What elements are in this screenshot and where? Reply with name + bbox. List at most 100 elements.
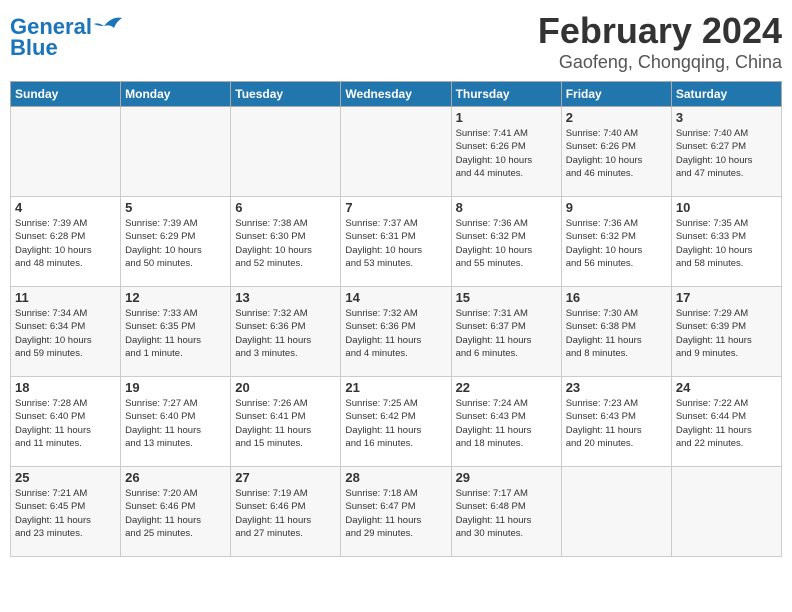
calendar-week-row: 25 Sunrise: 7:21 AM Sunset: 6:45 PM Dayli… <box>11 467 782 557</box>
day-info: Sunrise: 7:22 AM Sunset: 6:44 PM Dayligh… <box>676 397 777 450</box>
day-number: 28 <box>345 470 446 485</box>
day-info: Sunrise: 7:37 AM Sunset: 6:31 PM Dayligh… <box>345 217 446 270</box>
calendar-cell: 22 Sunrise: 7:24 AM Sunset: 6:43 PM Dayli… <box>451 377 561 467</box>
main-title: February 2024 <box>538 10 782 52</box>
calendar-cell: 14 Sunrise: 7:32 AM Sunset: 6:36 PM Dayli… <box>341 287 451 377</box>
day-info: Sunrise: 7:31 AM Sunset: 6:37 PM Dayligh… <box>456 307 557 360</box>
calendar-cell: 15Sunrise: 7:31 AM Sunset: 6:37 PM Dayli… <box>451 287 561 377</box>
day-number: 11 <box>15 290 116 305</box>
day-info: Sunrise: 7:40 AM Sunset: 6:26 PM Dayligh… <box>566 127 667 180</box>
day-info: Sunrise: 7:17 AM Sunset: 6:48 PM Dayligh… <box>456 487 557 540</box>
day-number: 22 <box>456 380 557 395</box>
day-info: Sunrise: 7:24 AM Sunset: 6:43 PM Dayligh… <box>456 397 557 450</box>
calendar-cell <box>561 467 671 557</box>
day-info: Sunrise: 7:32 AM Sunset: 6:36 PM Dayligh… <box>235 307 336 360</box>
weekday-header-saturday: Saturday <box>671 82 781 107</box>
day-number: 12 <box>125 290 226 305</box>
weekday-header-monday: Monday <box>121 82 231 107</box>
calendar-cell: 12 Sunrise: 7:33 AM Sunset: 6:35 PM Dayli… <box>121 287 231 377</box>
day-number: 4 <box>15 200 116 215</box>
weekday-header-wednesday: Wednesday <box>341 82 451 107</box>
day-info: Sunrise: 7:27 AM Sunset: 6:40 PM Dayligh… <box>125 397 226 450</box>
day-info: Sunrise: 7:39 AM Sunset: 6:28 PM Dayligh… <box>15 217 116 270</box>
day-number: 24 <box>676 380 777 395</box>
day-info: Sunrise: 7:26 AM Sunset: 6:41 PM Dayligh… <box>235 397 336 450</box>
logo-bird-icon <box>94 14 124 36</box>
day-number: 18 <box>15 380 116 395</box>
calendar-body: 1 Sunrise: 7:41 AM Sunset: 6:26 PM Daylig… <box>11 107 782 557</box>
day-info: Sunrise: 7:39 AM Sunset: 6:29 PM Dayligh… <box>125 217 226 270</box>
calendar-cell <box>11 107 121 197</box>
header: General Blue February 2024 Gaofeng, Chon… <box>10 10 782 73</box>
calendar-cell: 29 Sunrise: 7:17 AM Sunset: 6:48 PM Dayli… <box>451 467 561 557</box>
calendar-cell: 13 Sunrise: 7:32 AM Sunset: 6:36 PM Dayli… <box>231 287 341 377</box>
day-info: Sunrise: 7:38 AM Sunset: 6:30 PM Dayligh… <box>235 217 336 270</box>
day-number: 13 <box>235 290 336 305</box>
day-info: Sunrise: 7:20 AM Sunset: 6:46 PM Dayligh… <box>125 487 226 540</box>
day-number: 26 <box>125 470 226 485</box>
calendar-cell: 9 Sunrise: 7:36 AM Sunset: 6:32 PM Daylig… <box>561 197 671 287</box>
calendar-week-row: 18Sunrise: 7:28 AM Sunset: 6:40 PM Dayli… <box>11 377 782 467</box>
calendar-cell <box>121 107 231 197</box>
weekday-header-sunday: Sunday <box>11 82 121 107</box>
calendar-cell: 20 Sunrise: 7:26 AM Sunset: 6:41 PM Dayli… <box>231 377 341 467</box>
day-number: 14 <box>345 290 446 305</box>
calendar-cell: 1 Sunrise: 7:41 AM Sunset: 6:26 PM Daylig… <box>451 107 561 197</box>
day-number: 2 <box>566 110 667 125</box>
day-info: Sunrise: 7:33 AM Sunset: 6:35 PM Dayligh… <box>125 307 226 360</box>
day-info: Sunrise: 7:36 AM Sunset: 6:32 PM Dayligh… <box>456 217 557 270</box>
day-number: 21 <box>345 380 446 395</box>
day-info: Sunrise: 7:32 AM Sunset: 6:36 PM Dayligh… <box>345 307 446 360</box>
calendar-cell: 16 Sunrise: 7:30 AM Sunset: 6:38 PM Dayli… <box>561 287 671 377</box>
calendar-cell: 3 Sunrise: 7:40 AM Sunset: 6:27 PM Daylig… <box>671 107 781 197</box>
day-info: Sunrise: 7:19 AM Sunset: 6:46 PM Dayligh… <box>235 487 336 540</box>
calendar-cell <box>671 467 781 557</box>
title-section: February 2024 Gaofeng, Chongqing, China <box>538 10 782 73</box>
day-number: 25 <box>15 470 116 485</box>
day-number: 3 <box>676 110 777 125</box>
weekday-header-thursday: Thursday <box>451 82 561 107</box>
calendar-cell: 25 Sunrise: 7:21 AM Sunset: 6:45 PM Dayli… <box>11 467 121 557</box>
calendar-cell <box>341 107 451 197</box>
calendar-cell: 11Sunrise: 7:34 AM Sunset: 6:34 PM Dayli… <box>11 287 121 377</box>
calendar-cell: 18Sunrise: 7:28 AM Sunset: 6:40 PM Dayli… <box>11 377 121 467</box>
calendar-cell: 28Sunrise: 7:18 AM Sunset: 6:47 PM Dayli… <box>341 467 451 557</box>
day-number: 17 <box>676 290 777 305</box>
day-info: Sunrise: 7:30 AM Sunset: 6:38 PM Dayligh… <box>566 307 667 360</box>
day-info: Sunrise: 7:25 AM Sunset: 6:42 PM Dayligh… <box>345 397 446 450</box>
calendar-cell: 4 Sunrise: 7:39 AM Sunset: 6:28 PM Daylig… <box>11 197 121 287</box>
calendar-cell <box>231 107 341 197</box>
calendar-cell: 21 Sunrise: 7:25 AM Sunset: 6:42 PM Dayli… <box>341 377 451 467</box>
calendar-cell: 27 Sunrise: 7:19 AM Sunset: 6:46 PM Dayli… <box>231 467 341 557</box>
day-number: 7 <box>345 200 446 215</box>
calendar-cell: 24 Sunrise: 7:22 AM Sunset: 6:44 PM Dayli… <box>671 377 781 467</box>
day-number: 1 <box>456 110 557 125</box>
day-number: 6 <box>235 200 336 215</box>
day-info: Sunrise: 7:36 AM Sunset: 6:32 PM Dayligh… <box>566 217 667 270</box>
calendar-cell: 19 Sunrise: 7:27 AM Sunset: 6:40 PM Dayli… <box>121 377 231 467</box>
day-info: Sunrise: 7:29 AM Sunset: 6:39 PM Dayligh… <box>676 307 777 360</box>
calendar-cell: 2 Sunrise: 7:40 AM Sunset: 6:26 PM Daylig… <box>561 107 671 197</box>
logo: General Blue <box>10 10 124 61</box>
calendar-week-row: 1 Sunrise: 7:41 AM Sunset: 6:26 PM Daylig… <box>11 107 782 197</box>
day-number: 20 <box>235 380 336 395</box>
day-info: Sunrise: 7:40 AM Sunset: 6:27 PM Dayligh… <box>676 127 777 180</box>
calendar-cell: 7 Sunrise: 7:37 AM Sunset: 6:31 PM Daylig… <box>341 197 451 287</box>
day-number: 19 <box>125 380 226 395</box>
day-info: Sunrise: 7:21 AM Sunset: 6:45 PM Dayligh… <box>15 487 116 540</box>
calendar-week-row: 4 Sunrise: 7:39 AM Sunset: 6:28 PM Daylig… <box>11 197 782 287</box>
day-number: 8 <box>456 200 557 215</box>
day-number: 16 <box>566 290 667 305</box>
day-info: Sunrise: 7:35 AM Sunset: 6:33 PM Dayligh… <box>676 217 777 270</box>
day-number: 29 <box>456 470 557 485</box>
day-number: 9 <box>566 200 667 215</box>
logo-blue: Blue <box>10 35 58 61</box>
day-number: 23 <box>566 380 667 395</box>
calendar-cell: 17 Sunrise: 7:29 AM Sunset: 6:39 PM Dayli… <box>671 287 781 377</box>
calendar-cell: 5 Sunrise: 7:39 AM Sunset: 6:29 PM Daylig… <box>121 197 231 287</box>
calendar-header-row: SundayMondayTuesdayWednesdayThursdayFrid… <box>11 82 782 107</box>
day-info: Sunrise: 7:41 AM Sunset: 6:26 PM Dayligh… <box>456 127 557 180</box>
day-number: 5 <box>125 200 226 215</box>
day-number: 27 <box>235 470 336 485</box>
day-number: 10 <box>676 200 777 215</box>
